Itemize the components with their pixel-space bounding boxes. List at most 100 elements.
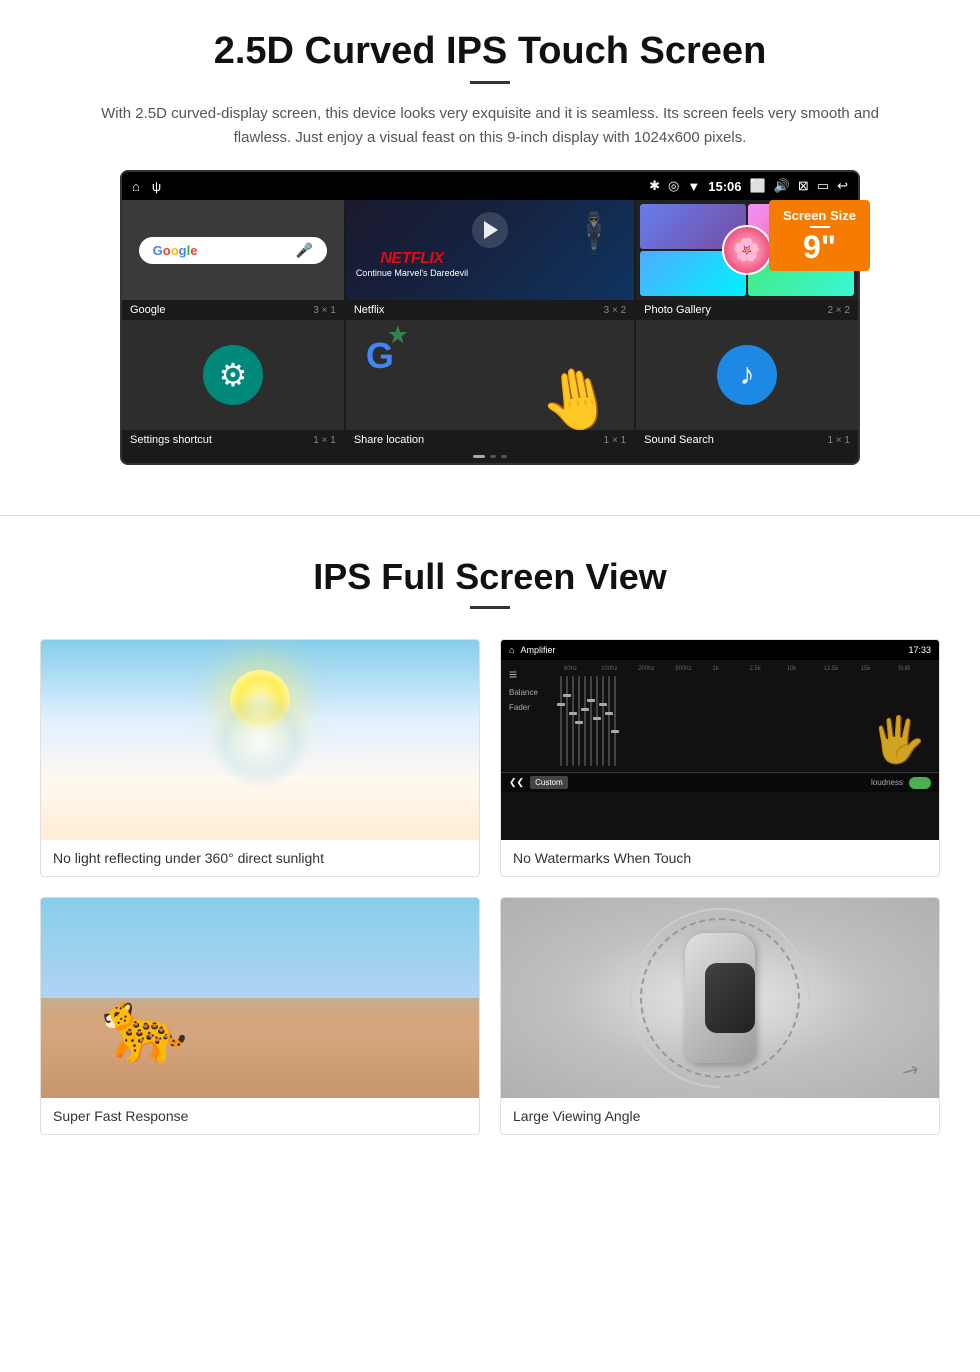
eq-thumb-8: [599, 703, 607, 706]
eq-bar-6: [590, 676, 592, 766]
title-underline: [470, 81, 510, 84]
label-row-top: Google 3 × 1 Netflix 3 × 2 Photo Gallery…: [122, 300, 858, 320]
freq-100: 100hz: [601, 666, 634, 672]
eq-thumb-9: [605, 712, 613, 715]
sound-search-cell[interactable]: ♪: [636, 320, 858, 430]
google-label-cell: Google 3 × 1: [122, 300, 344, 320]
home-icon[interactable]: ⌂: [132, 179, 140, 194]
section1-desc: With 2.5D curved-display screen, this de…: [80, 102, 900, 150]
no-watermarks-label: No Watermarks When Touch: [501, 840, 939, 876]
sound-size: 1 × 1: [827, 435, 850, 446]
amp-title: Amplifier: [520, 645, 555, 655]
google-label: Google: [130, 304, 165, 316]
flower-overlay: 🌸: [722, 225, 772, 275]
play-button[interactable]: [472, 212, 508, 248]
dot-indicator: [122, 450, 858, 463]
section2-underline: [470, 606, 510, 609]
volume-icon: 🔊: [774, 178, 790, 194]
eq-thumb-10: [611, 730, 619, 733]
amp-home-icon: ⌂: [509, 645, 514, 655]
netflix-app-cell[interactable]: NETFLIX Continue Marvel's Daredevil 🕴: [346, 200, 634, 300]
status-left: ⌂ ψ: [132, 179, 161, 194]
loudness-text: loudness: [871, 778, 903, 787]
share-size: 1 × 1: [604, 435, 627, 446]
eq-thumb-6: [587, 699, 595, 702]
eq-bar-2: [566, 676, 568, 766]
eq-thumb-5: [581, 708, 589, 711]
play-triangle-icon: [484, 221, 498, 239]
amp-hand-icon: 🖐: [870, 713, 926, 766]
dot-3: [501, 455, 507, 458]
sound-label: Sound Search: [644, 434, 714, 446]
eq-bar-7: [596, 676, 598, 766]
no-light-label: No light reflecting under 360° direct su…: [41, 840, 479, 876]
sky-bg: [41, 898, 479, 998]
lens-flare: [210, 690, 310, 790]
dot-active: [473, 455, 485, 458]
settings-app-cell[interactable]: ⚙: [122, 320, 344, 430]
eq-thumb-2: [563, 694, 571, 697]
google-app-cell[interactable]: Google 🎤: [122, 200, 344, 300]
eq-area: 60hz 100hz 200hz 500hz 1k 2.5k 10k 12.5k…: [560, 666, 931, 766]
settings-icon-wrap: ⚙: [203, 345, 263, 405]
location-icon: ◎: [668, 178, 679, 194]
car-roof: [705, 963, 755, 1033]
eq-thumb-7: [593, 717, 601, 720]
netflix-size: 3 × 2: [604, 305, 627, 316]
loudness-toggle[interactable]: [909, 777, 931, 789]
sound-icon-wrap: ♪: [717, 345, 777, 405]
custom-button: Custom: [530, 776, 568, 789]
window-icon: ▭: [817, 178, 829, 194]
feature-card-no-light: No light reflecting under 360° direct su…: [40, 639, 480, 877]
sound-label-cell: Sound Search 1 × 1: [636, 430, 858, 450]
music-note-icon: ♪: [740, 358, 755, 392]
camera-icon: ⬜: [750, 178, 766, 194]
freq-2k5: 2.5k: [749, 666, 782, 672]
car-top-view: [675, 923, 765, 1073]
balance-label: Balance: [509, 688, 554, 697]
freq-12k5: 12.5k: [824, 666, 857, 672]
hand-touch-icon: 🤚: [534, 358, 620, 430]
settings-label: Settings shortcut: [130, 434, 212, 446]
eq-bar-3: [572, 676, 574, 766]
wifi-icon: ▼: [687, 179, 700, 194]
phone-screen: ⌂ ψ ✱ ◎ ▼ 15:06 ⬜ 🔊 ⊠ ▭ ↩: [120, 170, 860, 465]
status-time: 15:06: [708, 179, 741, 194]
freq-15k: 15k: [861, 666, 894, 672]
status-right: ✱ ◎ ▼ 15:06 ⬜ 🔊 ⊠ ▭ ↩: [649, 178, 848, 194]
share-location-cell[interactable]: G 🤚: [346, 320, 634, 430]
photo-label: Photo Gallery: [644, 304, 711, 316]
freq-200: 200hz: [638, 666, 671, 672]
google-search-bar[interactable]: Google 🎤: [139, 237, 328, 264]
back-icon[interactable]: ↩: [837, 178, 848, 194]
car-body: [685, 933, 755, 1063]
amp-sidebar: ≡ Balance Fader: [509, 666, 554, 766]
feature-card-angle: ↗ Large Viewing Angle: [500, 897, 940, 1135]
share-label-cell: Share location 1 × 1: [346, 430, 634, 450]
share-label: Share location: [354, 434, 424, 446]
eq-bar-8: [602, 676, 604, 766]
cheetah-emoji: 🐆: [101, 986, 188, 1068]
x-icon: ⊠: [798, 178, 809, 194]
amp-footer: ❮❮ Custom loudness: [501, 772, 939, 792]
badge-title: Screen Size: [783, 208, 856, 223]
badge-size: 9": [783, 231, 856, 263]
amp-status-bar: ⌂ Amplifier 17:33: [501, 640, 939, 660]
amp-balance-row: ≡: [509, 666, 554, 682]
section1-title: 2.5D Curved IPS Touch Screen: [60, 30, 920, 73]
mic-icon[interactable]: 🎤: [296, 242, 313, 259]
section-curved-screen: 2.5D Curved IPS Touch Screen With 2.5D c…: [0, 0, 980, 485]
daredevil-figure: 🕴: [569, 210, 619, 257]
feature-grid: No light reflecting under 360° direct su…: [40, 639, 940, 1135]
netflix-logo-text: NETFLIX: [356, 250, 468, 268]
photo-size: 2 × 2: [827, 305, 850, 316]
freq-60: 60hz: [564, 666, 597, 672]
settings-size: 1 × 1: [313, 435, 336, 446]
google-logo: Google: [153, 243, 198, 258]
label-row-bottom: Settings shortcut 1 × 1 Share location 1…: [122, 430, 858, 450]
g-maps-icon: G: [366, 335, 394, 377]
section-divider: [0, 515, 980, 516]
settings-label-cell: Settings shortcut 1 × 1: [122, 430, 344, 450]
eq-thumb-1: [557, 703, 565, 706]
eq-bar-10: [614, 676, 616, 766]
